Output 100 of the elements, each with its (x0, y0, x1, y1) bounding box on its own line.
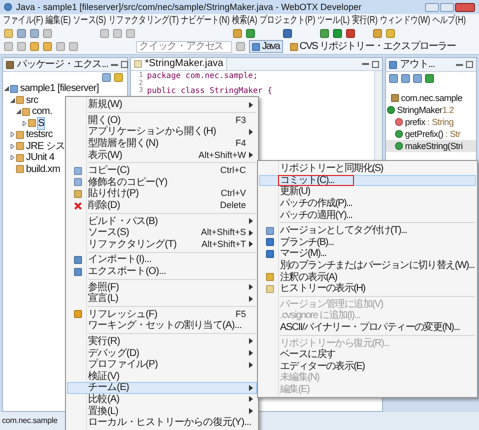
menu-item[interactable]: ビルド・パス(B) (67, 215, 257, 227)
tree-item[interactable]: S (37, 116, 46, 130)
maximize-icon[interactable] (121, 61, 128, 68)
outline-item[interactable]: getPrefix() : Str (386, 128, 476, 140)
tree-node-icon (10, 84, 18, 93)
quick-access-field[interactable]: クイック・アクセス (136, 40, 232, 52)
menu-item[interactable]: パッチの適用(Y)... (259, 209, 476, 221)
collapsed-icon[interactable] (22, 120, 27, 126)
code-line: public class StringMaker { (147, 87, 272, 94)
menu-item[interactable]: ブランチ(B)... (259, 236, 476, 248)
minimize-icon[interactable] (111, 64, 118, 66)
menu-bar-item[interactable]: ヘルプ(H) (432, 14, 466, 27)
code-line: package com.nec.sample; (147, 72, 258, 80)
menu-item[interactable]: ASCII/バイナリー・プロパティーの変更(N)... (259, 322, 476, 334)
menu-bar-item[interactable]: ウィンドウ(W) (380, 14, 430, 27)
maximize-button[interactable] (440, 2, 454, 12)
tree-item[interactable]: JUnit 4 (25, 151, 56, 164)
menu-item[interactable]: 参照(F) (67, 281, 257, 293)
status-text: com.nec.sample (2, 415, 58, 427)
menu-bar-item[interactable]: ナビゲート(N) (181, 14, 230, 27)
tree-item[interactable]: build.xm (25, 162, 62, 176)
menu-item[interactable]: 削除(D) Delete (67, 200, 257, 212)
menu-item[interactable]: デバッグ(D) (67, 347, 257, 359)
shortcut-label: Alt+Shift+S (200, 227, 246, 238)
minimize-button[interactable] (425, 2, 439, 12)
menu-item[interactable]: プロファイル(P) (67, 358, 257, 370)
collapsed-icon[interactable] (10, 155, 15, 160)
menu-item[interactable]: リファクタリング(T) Alt+Shift+T (67, 238, 257, 250)
menu-item[interactable]: 検証(V) (67, 370, 257, 382)
menu-item[interactable]: 貼り付け(P) Ctrl+V (67, 188, 257, 200)
shortcut-label: F3 (235, 114, 246, 126)
outline-item[interactable]: StringMaker1.2 (386, 104, 476, 116)
menu-item[interactable]: 新規(W) (67, 99, 257, 111)
menu-item[interactable]: 置換(L) (67, 405, 257, 417)
close-button[interactable] (455, 2, 475, 12)
app-icon (4, 3, 12, 11)
menu-item[interactable]: コミット(C)... (259, 174, 476, 186)
tree-node-icon (28, 119, 36, 128)
collapsed-icon[interactable] (10, 144, 15, 149)
menu-bar-item[interactable]: リファクタリング(T) (108, 14, 179, 27)
menu-bar-item[interactable]: プロジェクト(P) (260, 14, 316, 27)
maximize-icon[interactable] (466, 61, 473, 68)
menu-item[interactable]: 注釈の表示(A) (259, 271, 476, 283)
minimize-icon[interactable] (456, 64, 463, 66)
menu-item[interactable]: 比較(A) (67, 394, 257, 406)
menu-bar-item[interactable]: 編集(E) (45, 14, 71, 27)
collapsed-icon[interactable] (10, 132, 15, 138)
perspective-button[interactable]: CVS リポジトリー・エクスプローラー (286, 40, 459, 53)
menu-item[interactable]: インポート(I)... (67, 254, 257, 266)
menu-item[interactable]: 宣言(L) (67, 292, 257, 304)
menu-bar-item[interactable]: 検索(A) (232, 14, 258, 27)
tree-item[interactable]: com. (31, 105, 54, 118)
tree-item[interactable]: sample1 [fileserver] (19, 82, 100, 96)
tree-item[interactable]: src (25, 94, 40, 107)
menu-item[interactable]: ベースに戻す (259, 348, 476, 360)
menu-item[interactable]: 表示(W) Alt+Shift+W (67, 149, 257, 161)
menu-item[interactable]: チーム(E) (67, 382, 257, 394)
outline-item[interactable]: com.nec.sample (386, 92, 476, 104)
menu-item[interactable]: バージョンとしてタグ付け(T)... (259, 224, 476, 237)
shortcut-label: Alt+Shift+W (198, 150, 246, 161)
perspective-button[interactable]: Java (249, 40, 283, 53)
menu-item[interactable]: パッチの作成(P)... (259, 198, 476, 210)
menu-item[interactable]: エクスポート(O)... (67, 266, 257, 278)
window-title: Java - sample1 [fileserver]/src/com/nec/sample/StringMaker.java - WebOTX Developer (16, 1, 362, 13)
menu-item[interactable]: 別のブランチまたはバージョンに切り替え(W)... (259, 260, 476, 272)
menu-item[interactable]: コピー(C) Ctrl+C (67, 164, 257, 177)
shortcut-label: Alt+Shift+T (201, 238, 246, 250)
menu-item[interactable]: マージ(M)... (259, 248, 476, 260)
editor-tab[interactable]: *StringMaker.java (131, 58, 228, 70)
toolbar-icon[interactable] (283, 28, 292, 38)
menu-item[interactable]: 開く(O) F3 (67, 114, 257, 126)
maximize-icon[interactable] (372, 60, 379, 68)
tree-node-icon (16, 130, 24, 139)
outline-item[interactable]: makeString(Stri (386, 140, 476, 152)
outline-item[interactable]: prefix : String (386, 116, 476, 128)
menu-item[interactable]: 更新(U) (259, 186, 476, 198)
tree-node-icon (16, 165, 24, 174)
tree-item[interactable]: testsrc (25, 128, 54, 142)
menu-item[interactable]: ローカル・ヒストリーからの復元(Y)... (67, 416, 257, 428)
perspective-icon (252, 42, 260, 50)
menu-bar-item[interactable]: ファイル(F) (3, 14, 44, 27)
menu-bar-item[interactable]: 実行(R) (352, 14, 378, 27)
tree-item[interactable]: JRE シス (25, 140, 66, 153)
menu-item[interactable]: ヒストリーの表示(H) (259, 282, 476, 295)
menu-bar-item[interactable]: ソース(S) (73, 14, 106, 27)
shortcut-label: Ctrl+C (220, 165, 246, 176)
outline-icon (389, 60, 397, 68)
menu-item[interactable]: リポジトリーと同期化(S) (259, 163, 476, 175)
menu-item[interactable]: アプリケーションから開く(H) (67, 126, 257, 138)
menu-item[interactable]: 修飾名のコピー(Y) (67, 176, 257, 188)
menu-item[interactable]: エディターの表示(E) (259, 360, 476, 372)
menu-item[interactable]: 実行(R) (67, 336, 257, 348)
tree-node-icon (16, 96, 24, 104)
menu-item[interactable]: ワーキング・セットの割り当て(A)... (67, 320, 257, 332)
menu-item[interactable]: ソース(S) Alt+Shift+S (67, 226, 257, 239)
menu-item[interactable]: リフレッシュ(F) F5 (67, 308, 257, 320)
menu-bar-item[interactable]: ツール(L) (318, 14, 350, 27)
menu-item[interactable]: 型階層を開く(N) F4 (67, 138, 257, 150)
shortcut-label: F5 (235, 308, 246, 320)
shortcut-label: Delete (220, 200, 246, 212)
